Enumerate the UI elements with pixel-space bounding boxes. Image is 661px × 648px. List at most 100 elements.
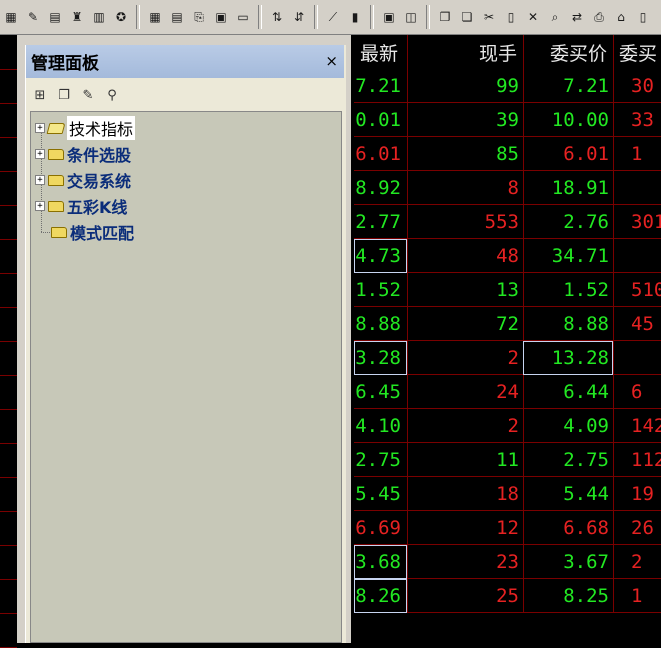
tree-item[interactable]: + 条件选股 bbox=[35, 142, 131, 166]
table-cell[interactable]: 301 bbox=[613, 205, 661, 239]
table-cell[interactable]: 24 bbox=[407, 375, 523, 409]
table-cell[interactable]: 34.71 bbox=[523, 239, 613, 273]
print-button[interactable]: ⎙ bbox=[589, 6, 609, 28]
cut-button[interactable]: ✂ bbox=[479, 6, 499, 28]
table-cell[interactable]: 1 bbox=[613, 137, 661, 171]
table-cell[interactable]: 6.01 bbox=[354, 137, 407, 171]
table-cell[interactable]: 2.76 bbox=[523, 205, 613, 239]
table-cell[interactable]: 99 bbox=[407, 69, 523, 103]
indicator-list-button[interactable]: ▤ bbox=[45, 6, 65, 28]
table-cell[interactable]: 23 bbox=[407, 545, 523, 579]
new-button[interactable]: ⊞ bbox=[30, 85, 50, 105]
table-cell[interactable]: 1.52 bbox=[523, 273, 613, 307]
expand-icon[interactable]: + bbox=[35, 201, 45, 211]
table-cell[interactable]: 8.88 bbox=[354, 307, 407, 341]
copy-button[interactable]: ❐ bbox=[435, 6, 455, 28]
table-cell[interactable] bbox=[613, 239, 661, 273]
column-header[interactable]: 现手 bbox=[407, 35, 523, 69]
table-cell[interactable]: 8.88 bbox=[523, 307, 613, 341]
table-cell[interactable]: 13 bbox=[407, 273, 523, 307]
expand-icon[interactable]: + bbox=[35, 149, 45, 159]
tree-item[interactable]: + 技术指标 bbox=[35, 116, 136, 140]
table-cell[interactable]: 3.68 bbox=[354, 545, 407, 579]
table-cell[interactable]: 18.92 bbox=[354, 171, 407, 205]
layout-button[interactable]: ▣ bbox=[211, 6, 231, 28]
table-cell[interactable]: 10.00 bbox=[523, 103, 613, 137]
table-cell[interactable]: 7.21 bbox=[354, 69, 407, 103]
table-cell[interactable]: 1 bbox=[613, 579, 661, 613]
table-cell[interactable]: 6.45 bbox=[354, 375, 407, 409]
export-button[interactable]: ⎘ bbox=[189, 6, 209, 28]
table-cell[interactable]: 11 bbox=[407, 443, 523, 477]
kline-color-button[interactable]: ▥ bbox=[89, 6, 109, 28]
strategy-button[interactable]: ♜ bbox=[67, 6, 87, 28]
sort-asc-button[interactable]: ⇅ bbox=[267, 6, 287, 28]
table-cell[interactable]: 8 bbox=[407, 171, 523, 205]
table-cell[interactable]: 5104 bbox=[613, 273, 661, 307]
table-cell[interactable]: 19 bbox=[613, 477, 661, 511]
table-cell[interactable]: 3.67 bbox=[523, 545, 613, 579]
table-cell[interactable]: 12 bbox=[407, 511, 523, 545]
table-cell[interactable]: 142 bbox=[613, 409, 661, 443]
table-cell[interactable]: 112 bbox=[613, 443, 661, 477]
replace-button[interactable]: ⇄ bbox=[567, 6, 587, 28]
column-header[interactable]: 委买价 bbox=[523, 35, 613, 69]
report-button[interactable]: ▤ bbox=[167, 6, 187, 28]
tree-item[interactable]: + 五彩K线 bbox=[35, 194, 127, 218]
expand-icon[interactable]: + bbox=[35, 123, 45, 133]
paste-button[interactable]: ❏ bbox=[457, 6, 477, 28]
table-cell[interactable]: 2 bbox=[407, 409, 523, 443]
table-cell[interactable]: 45 bbox=[613, 307, 661, 341]
more-button[interactable]: ▯ bbox=[633, 6, 653, 28]
table-cell[interactable]: 34.73 bbox=[354, 239, 407, 273]
table-cell[interactable]: 13.28 bbox=[354, 341, 407, 375]
tree-item[interactable]: 模式匹配 bbox=[35, 220, 134, 244]
table-cell[interactable]: 25 bbox=[407, 579, 523, 613]
pattern-match-button[interactable]: ✪ bbox=[111, 6, 131, 28]
bar-chart-button[interactable]: ▮ bbox=[345, 6, 365, 28]
table-cell[interactable]: 10.01 bbox=[354, 103, 407, 137]
table-cell[interactable]: 4.10 bbox=[354, 409, 407, 443]
copy-button[interactable]: ❐ bbox=[54, 85, 74, 105]
table-cell[interactable]: 4.09 bbox=[523, 409, 613, 443]
sort-desc-button[interactable]: ⇵ bbox=[289, 6, 309, 28]
edit-button[interactable]: ✎ bbox=[78, 85, 98, 105]
table-cell[interactable]: 5.45 bbox=[354, 477, 407, 511]
table-cell[interactable]: 1.52 bbox=[354, 273, 407, 307]
column-header[interactable]: 最新 bbox=[354, 35, 407, 69]
expand-icon[interactable]: + bbox=[35, 175, 45, 185]
table-cell[interactable]: 6.01 bbox=[523, 137, 613, 171]
delete-button[interactable]: ✕ bbox=[523, 6, 543, 28]
close-icon[interactable]: × bbox=[325, 52, 338, 70]
table-cell[interactable]: 30 bbox=[613, 69, 661, 103]
table-cell[interactable]: 2.77 bbox=[354, 205, 407, 239]
table-cell[interactable]: 6.68 bbox=[523, 511, 613, 545]
table-cell[interactable] bbox=[613, 171, 661, 205]
table-cell[interactable]: 18.91 bbox=[523, 171, 613, 205]
table-cell[interactable]: 6.69 bbox=[354, 511, 407, 545]
table-cell[interactable]: 72 bbox=[407, 307, 523, 341]
new-button[interactable]: ▯ bbox=[501, 6, 521, 28]
table-cell[interactable]: 2.75 bbox=[523, 443, 613, 477]
tree-item[interactable]: + 交易系统 bbox=[35, 168, 131, 192]
line-chart-button[interactable]: ⟋ bbox=[323, 6, 343, 28]
find-button[interactable]: ⌕ bbox=[545, 6, 565, 28]
table-cell[interactable]: 2 bbox=[407, 341, 523, 375]
indicator-edit-button[interactable]: ✎ bbox=[23, 6, 43, 28]
indicator-button[interactable]: ▦ bbox=[1, 6, 21, 28]
table-cell[interactable]: 2 bbox=[613, 545, 661, 579]
table-cell[interactable]: 18 bbox=[407, 477, 523, 511]
search-button[interactable]: ⚲ bbox=[102, 85, 122, 105]
table-cell[interactable]: 13.28 bbox=[523, 341, 613, 375]
table-cell[interactable]: 8.26 bbox=[354, 579, 407, 613]
table-cell[interactable]: 553 bbox=[407, 205, 523, 239]
table-cell[interactable]: 7.21 bbox=[523, 69, 613, 103]
table-cell[interactable]: 48 bbox=[407, 239, 523, 273]
table-cell[interactable]: 33 bbox=[613, 103, 661, 137]
grid-view-button[interactable]: ▦ bbox=[145, 6, 165, 28]
table-cell[interactable]: 5.44 bbox=[523, 477, 613, 511]
panel-toggle-button[interactable]: ▣ bbox=[379, 6, 399, 28]
table-cell[interactable] bbox=[613, 341, 661, 375]
open-button[interactable]: ⌂ bbox=[611, 6, 631, 28]
table-cell[interactable]: 8.25 bbox=[523, 579, 613, 613]
